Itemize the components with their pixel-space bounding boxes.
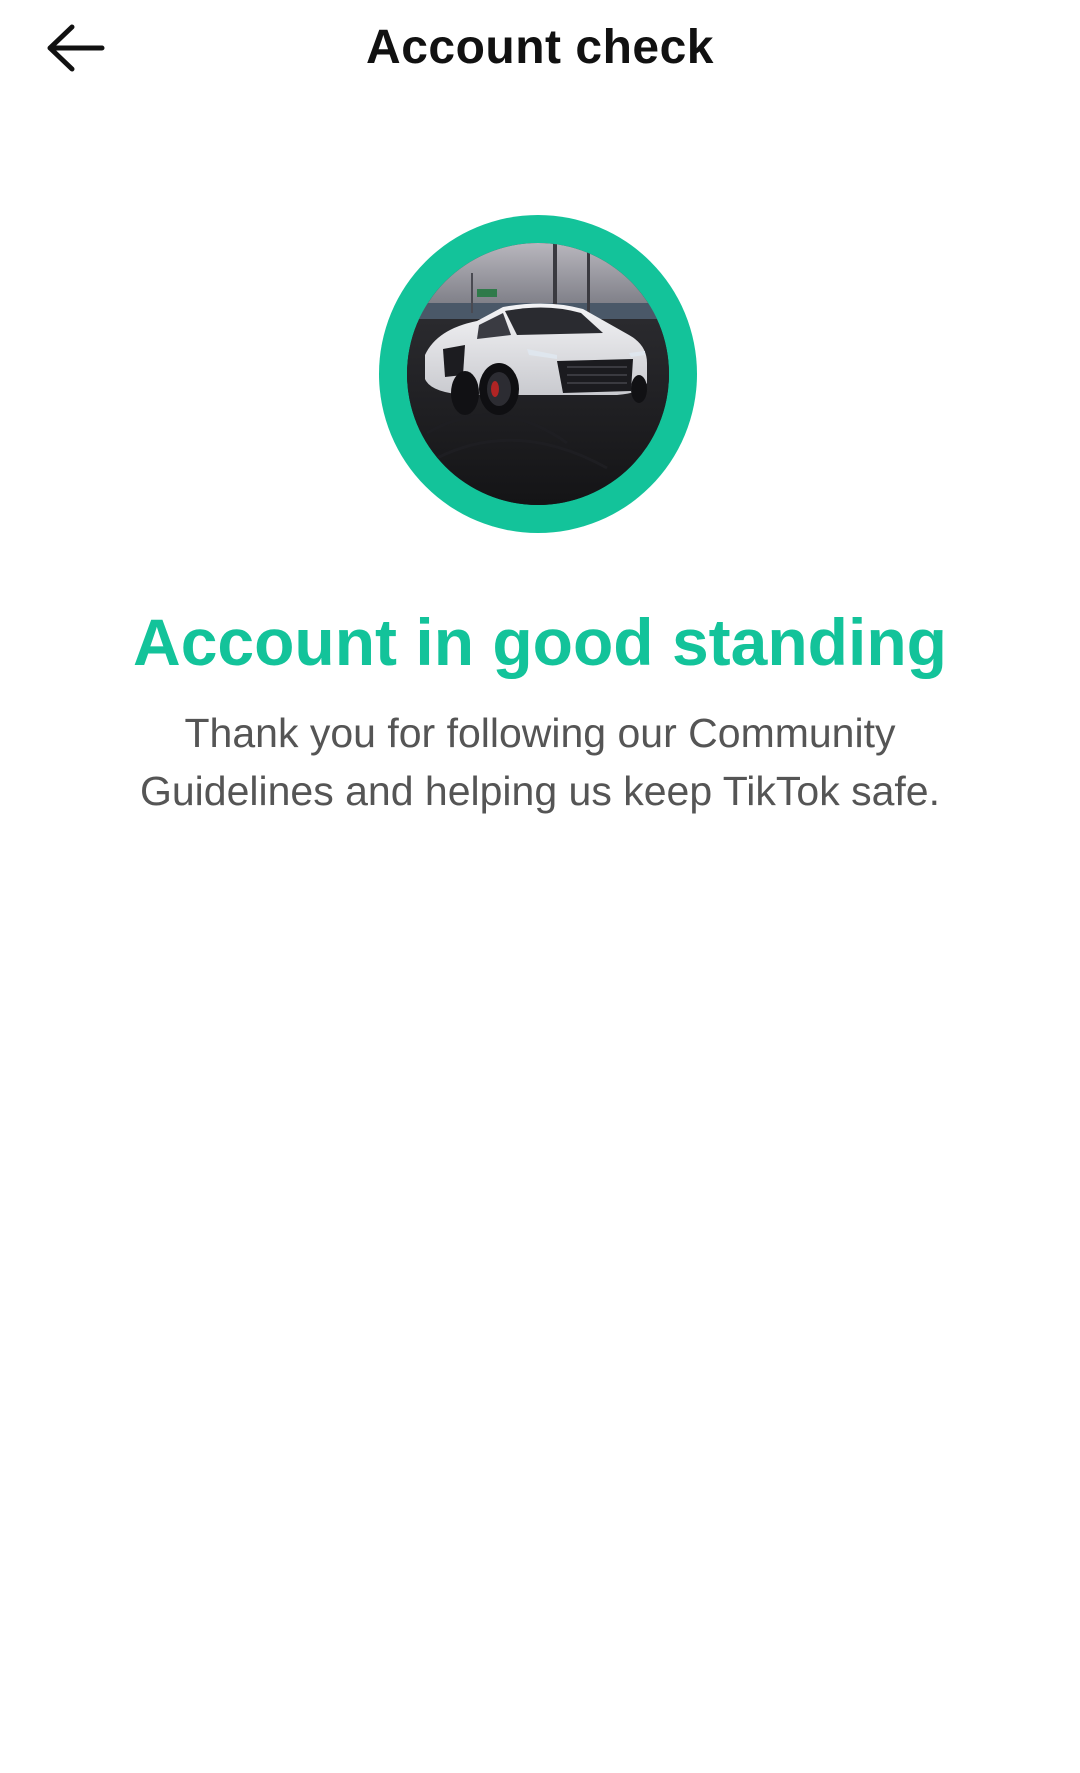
status-message: Thank you for following our Community Gu…	[90, 704, 990, 820]
status-title: Account in good standing	[133, 605, 947, 679]
avatar-ring	[379, 215, 697, 533]
page-title: Account check	[366, 21, 714, 74]
status-message-line: Thank you for following our Community	[184, 710, 896, 756]
avatar	[407, 243, 669, 505]
status-message-line: Guidelines and helping us keep TikTok sa…	[139, 768, 940, 814]
top-bar: Account check	[0, 0, 1080, 96]
avatar-image	[407, 243, 669, 505]
